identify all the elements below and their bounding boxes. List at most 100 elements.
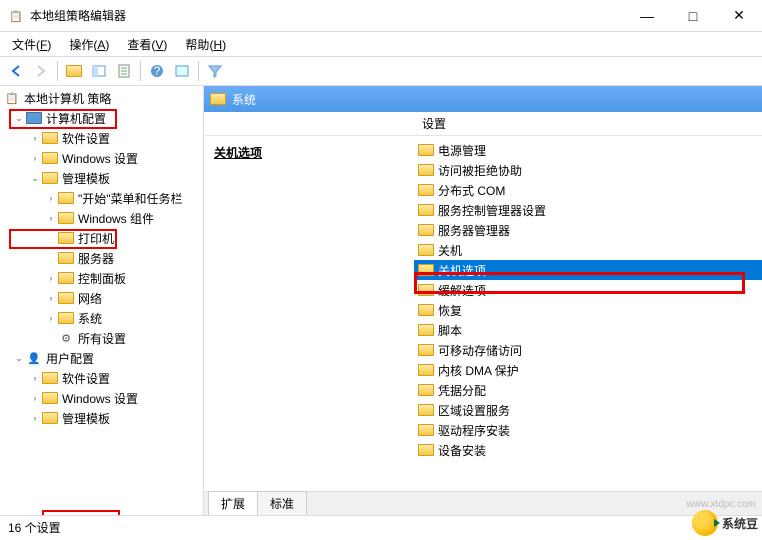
tree-label: Windows 设置	[62, 390, 138, 407]
tree-label: "开始"菜单和任务栏	[78, 190, 183, 207]
chevron-down-icon[interactable]: ⌄	[12, 351, 26, 365]
tree-user-config[interactable]: ⌄ 用户配置	[0, 348, 203, 368]
tab-extended[interactable]: 扩展	[208, 491, 258, 515]
chevron-right-icon[interactable]: ›	[44, 191, 58, 205]
chevron-right-icon[interactable]: ›	[44, 211, 58, 225]
settings-list[interactable]: 电源管理访问被拒绝协助分布式 COM服务控制管理器设置服务器管理器关机关机选项缓…	[414, 136, 762, 491]
folder-icon	[418, 222, 434, 238]
tree-label: 用户配置	[46, 350, 94, 367]
tree-label: 控制面板	[78, 270, 126, 287]
tree-all-settings[interactable]: 所有设置	[0, 328, 203, 348]
list-item[interactable]: 访问被拒绝协助	[414, 160, 762, 180]
tree-control-panel[interactable]: › 控制面板	[0, 268, 203, 288]
list-item[interactable]: 关机	[414, 240, 762, 260]
list-item-label: 脚本	[438, 322, 462, 339]
tree-label: 管理模板	[62, 410, 110, 427]
list-item[interactable]: 服务器管理器	[414, 220, 762, 240]
tree-panel[interactable]: 本地计算机 策略 ⌄ 计算机配置 › 软件设置 › Windows 设置 ⌄ 管…	[0, 86, 204, 515]
folder-icon	[58, 270, 74, 286]
folder-icon	[58, 190, 74, 206]
list-item[interactable]: 缓解选项	[414, 280, 762, 300]
list-item-label: 恢复	[438, 302, 462, 319]
menu-view[interactable]: 查看(V)	[119, 34, 175, 55]
chevron-right-icon[interactable]: ›	[44, 271, 58, 285]
tree-root[interactable]: 本地计算机 策略	[0, 88, 203, 108]
minimize-button[interactable]: —	[624, 0, 670, 32]
menu-action[interactable]: 操作(A)	[61, 34, 117, 55]
forward-button[interactable]	[29, 59, 53, 83]
list-item[interactable]: 恢复	[414, 300, 762, 320]
chevron-right-icon[interactable]: ›	[28, 151, 42, 165]
list-item-label: 区域设置服务	[438, 402, 510, 419]
toolbar-separator	[57, 61, 58, 81]
content-tabs: 扩展 标准	[204, 491, 762, 515]
chevron-right-icon[interactable]: ›	[28, 391, 42, 405]
list-item-label: 缓解选项	[438, 282, 486, 299]
tree-admin-templates-user[interactable]: › 管理模板	[0, 408, 203, 428]
export-list-button[interactable]	[112, 59, 136, 83]
list-item[interactable]: 关机选项	[414, 260, 762, 280]
content-path-title: 系统	[232, 91, 256, 108]
show-hide-tree-button[interactable]	[87, 59, 111, 83]
app-icon	[8, 8, 24, 24]
folder-icon	[418, 262, 434, 278]
chevron-right-icon[interactable]: ›	[28, 411, 42, 425]
tree-network[interactable]: › 网络	[0, 288, 203, 308]
list-item[interactable]: 脚本	[414, 320, 762, 340]
list-item[interactable]: 内核 DMA 保护	[414, 360, 762, 380]
chevron-down-icon[interactable]: ⌄	[12, 111, 26, 125]
folder-icon	[58, 210, 74, 226]
toolbar-separator	[140, 61, 141, 81]
folder-icon	[418, 442, 434, 458]
chevron-right-icon[interactable]: ›	[44, 311, 58, 325]
status-text: 16 个设置	[8, 519, 61, 536]
list-item[interactable]: 设备安装	[414, 440, 762, 460]
tree-admin-templates[interactable]: ⌄ 管理模板	[0, 168, 203, 188]
close-button[interactable]: ✕	[716, 0, 762, 32]
folder-icon	[418, 282, 434, 298]
list-item-label: 设备安装	[438, 442, 486, 459]
tree-windows-settings[interactable]: › Windows 设置	[0, 148, 203, 168]
chevron-right-icon[interactable]: ›	[28, 131, 42, 145]
list-item[interactable]: 电源管理	[414, 140, 762, 160]
folder-icon	[418, 422, 434, 438]
tree-software-settings-user[interactable]: › 软件设置	[0, 368, 203, 388]
list-item[interactable]: 区域设置服务	[414, 400, 762, 420]
window-title: 本地组策略编辑器	[30, 7, 624, 24]
properties-button[interactable]	[170, 59, 194, 83]
list-item[interactable]: 服务控制管理器设置	[414, 200, 762, 220]
tree-windows-settings-user[interactable]: › Windows 设置	[0, 388, 203, 408]
tree-computer-config[interactable]: ⌄ 计算机配置	[0, 108, 203, 128]
list-item-label: 电源管理	[438, 142, 486, 159]
chevron-right-icon[interactable]: ›	[28, 371, 42, 385]
tree-start-menu[interactable]: › "开始"菜单和任务栏	[0, 188, 203, 208]
maximize-button[interactable]: □	[670, 0, 716, 32]
content-header: 系统	[204, 86, 762, 112]
toolbar-separator	[198, 61, 199, 81]
chevron-right-icon[interactable]: ›	[44, 291, 58, 305]
tree-software-settings[interactable]: › 软件设置	[0, 128, 203, 148]
tree-system[interactable]: › 系统	[0, 308, 203, 328]
tree-label: 本地计算机 策略	[24, 90, 111, 107]
list-item-label: 可移动存储访问	[438, 342, 522, 359]
tree-servers[interactable]: 服务器	[0, 248, 203, 268]
help-button[interactable]: ?	[145, 59, 169, 83]
list-item[interactable]: 驱动程序安装	[414, 420, 762, 440]
folder-icon	[418, 162, 434, 178]
back-button[interactable]	[4, 59, 28, 83]
filter-button[interactable]	[203, 59, 227, 83]
list-item-label: 关机	[438, 242, 462, 259]
list-item[interactable]: 分布式 COM	[414, 180, 762, 200]
policy-icon	[4, 90, 20, 106]
tab-standard[interactable]: 标准	[257, 491, 307, 515]
tree-windows-components[interactable]: › Windows 组件	[0, 208, 203, 228]
up-button[interactable]	[62, 59, 86, 83]
menu-help[interactable]: 帮助(H)	[177, 34, 234, 55]
list-item[interactable]: 凭据分配	[414, 380, 762, 400]
chevron-down-icon[interactable]: ⌄	[28, 171, 42, 185]
menu-file[interactable]: 文件(F)	[4, 34, 59, 55]
list-column-header[interactable]: 设置	[414, 112, 762, 136]
list-item[interactable]: 可移动存储访问	[414, 340, 762, 360]
tree-printers[interactable]: 打印机	[0, 228, 203, 248]
user-icon	[26, 350, 42, 366]
